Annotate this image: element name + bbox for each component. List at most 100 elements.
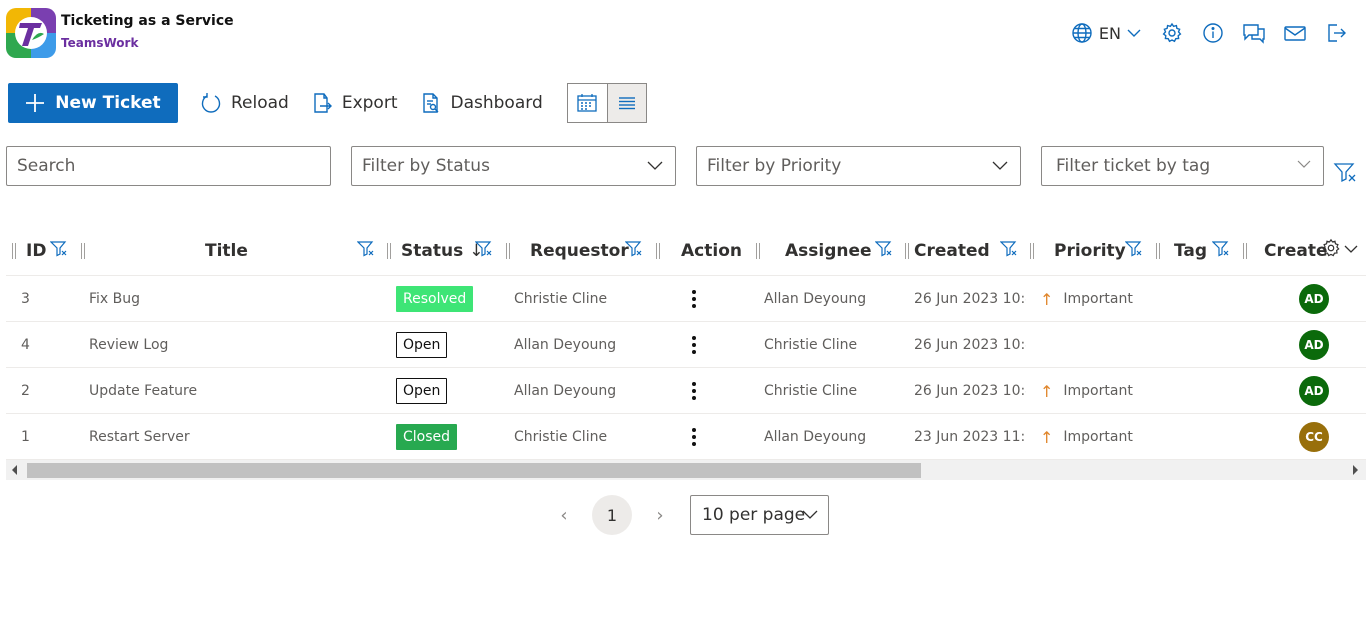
avatar[interactable]: AD [1299,284,1329,314]
priority-label: Important [1063,429,1133,445]
reload-icon [201,93,221,113]
status-filter-dropdown[interactable]: Filter by Status [351,146,676,186]
arrow-up-icon: ↑ [1040,289,1054,309]
avatar[interactable]: AD [1299,330,1329,360]
more-options-icon[interactable] [688,335,700,355]
cell-priority [1040,322,1050,368]
priority-label: Important [1063,383,1133,399]
column-header-id[interactable]: ID [26,226,46,276]
cell-requestor: Christie Cline [514,429,608,445]
export-icon [314,93,332,113]
status-filter-placeholder: Filter by Status [362,156,490,176]
status-badge: Closed [396,424,458,450]
app-logo [6,8,56,58]
new-ticket-button[interactable]: New Ticket [8,83,178,123]
table-row[interactable]: 2 Update Feature Open Allan Deyoung Christie… [6,368,1366,414]
filter-icon[interactable] [1212,240,1230,258]
priority-filter-dropdown[interactable]: Filter by Priority [696,146,1021,186]
arrow-up-icon: ↑ [1040,427,1054,447]
gear-icon [1162,22,1181,43]
column-header-created[interactable]: Created ... [914,226,996,276]
search-input[interactable]: Search [6,146,331,186]
cell-title[interactable]: Review Log [89,322,168,368]
column-separator [12,243,16,259]
mail-icon [1283,26,1306,41]
chevron-down-icon [1297,160,1311,168]
list-icon [618,97,635,110]
sign-out-button[interactable] [1315,20,1356,46]
new-ticket-label: New Ticket [55,93,161,113]
tag-filter-dropdown[interactable]: Filter ticket by tag [1041,146,1324,186]
info-icon [1202,23,1223,43]
chevron-down-icon [647,161,663,170]
language-selector[interactable]: EN [1071,22,1141,44]
cell-requestor: Allan Deyoung [514,383,617,399]
grid-body: 3 Fix Bug Resolved Christie Cline Allan Deyo… [6,276,1366,460]
cell-assignee: Allan Deyoung [764,429,867,445]
page-1-button[interactable]: 1 [592,495,632,535]
column-header-created-by[interactable]: Createc [1264,226,1328,276]
export-button[interactable]: Export [311,83,398,123]
chevron-down-icon [992,161,1008,170]
next-page-button[interactable]: › [648,495,672,535]
list-view-button[interactable] [606,84,646,122]
cell-title[interactable]: Update Feature [89,368,197,414]
chat-button[interactable] [1233,20,1274,46]
avatar[interactable]: AD [1299,376,1329,406]
horizontal-scrollbar[interactable] [6,460,1366,480]
app-subtitle: TeamsWork [61,36,139,50]
chevron-down-icon[interactable] [1344,244,1358,254]
pagination: ‹ 1 › 10 per page [552,495,829,535]
reload-button[interactable]: Reload [200,83,289,123]
scroll-right-arrow[interactable] [1353,465,1358,475]
cell-created-by: AD [1299,276,1329,322]
column-header-priority[interactable]: Priority [1054,226,1126,276]
more-options-icon[interactable] [688,381,700,401]
prev-page-button[interactable]: ‹ [552,495,576,535]
avatar[interactable]: CC [1299,422,1329,452]
mail-button[interactable] [1274,20,1315,46]
cell-created: 26 Jun 2023 10:4 [914,291,1026,307]
column-separator [1156,243,1160,259]
globe-icon [1072,23,1092,43]
column-header-assignee[interactable]: Assignee [785,226,872,276]
column-settings-icon[interactable] [1321,238,1341,258]
table-row[interactable]: 1 Restart Server Closed Christie Cline Allan… [6,414,1366,460]
filter-icon[interactable] [475,240,493,258]
filter-icon[interactable] [625,240,643,258]
scroll-left-arrow[interactable] [12,465,17,475]
per-page-dropdown[interactable]: 10 per page [690,495,829,535]
filter-icon[interactable] [1125,240,1143,258]
clear-filter-icon[interactable] [1333,160,1357,184]
sign-out-icon [1327,24,1346,42]
status-badge: Open [396,332,448,358]
cell-priority: ↑ Important [1040,276,1133,322]
cell-title[interactable]: Restart Server [89,414,190,460]
table-row[interactable]: 3 Fix Bug Resolved Christie Cline Allan Deyo… [6,276,1366,322]
column-header-status[interactable]: Status ↓ [401,226,483,276]
status-badge: Resolved [396,286,474,312]
chevron-down-icon [802,510,818,519]
column-header-tag[interactable]: Tag [1174,226,1207,276]
filter-icon[interactable] [875,240,893,258]
cell-created-by: CC [1299,414,1329,460]
cell-created-by: AD [1299,368,1329,414]
filter-icon[interactable] [1000,240,1018,258]
settings-button[interactable] [1151,20,1192,46]
plus-icon [26,94,45,112]
cell-title[interactable]: Fix Bug [89,276,140,322]
filter-icon[interactable] [50,240,68,258]
more-options-icon[interactable] [688,427,700,447]
cell-requestor: Christie Cline [514,291,608,307]
scroll-thumb[interactable] [27,463,921,478]
column-header-title[interactable]: Title [205,226,248,276]
dashboard-button[interactable]: Dashboard [420,83,543,123]
info-button[interactable] [1192,20,1233,46]
column-separator [1243,243,1247,259]
column-header-requestor[interactable]: Requestor [530,226,629,276]
filter-icon[interactable] [357,240,375,258]
table-row[interactable]: 4 Review Log Open Allan Deyoung Christie Cli… [6,322,1366,368]
calendar-view-button[interactable] [567,84,607,122]
cell-assignee: Christie Cline [764,337,858,353]
more-options-icon[interactable] [688,289,700,309]
